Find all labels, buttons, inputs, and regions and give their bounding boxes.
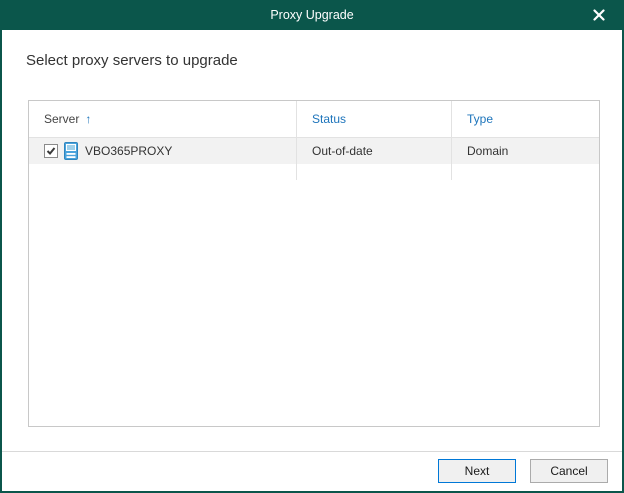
column-header-status[interactable]: Status xyxy=(297,101,452,137)
server-name: VBO365PROXY xyxy=(85,144,172,158)
footer-separator xyxy=(2,451,622,452)
sort-ascending-icon: ↑ xyxy=(85,112,91,126)
next-button[interactable]: Next xyxy=(438,459,516,483)
proxy-server-table: Server ↑ Status Type xyxy=(28,100,600,427)
column-divider-stub xyxy=(29,164,599,180)
row-checkbox[interactable] xyxy=(44,144,58,158)
checkmark-icon xyxy=(46,146,56,156)
next-button-label: Next xyxy=(465,464,490,478)
column-header-server[interactable]: Server ↑ xyxy=(29,101,297,137)
cancel-button[interactable]: Cancel xyxy=(530,459,608,483)
titlebar: Proxy Upgrade xyxy=(0,0,624,30)
server-icon xyxy=(64,142,78,160)
page-title: Select proxy servers to upgrade xyxy=(26,52,238,69)
status-value: Out-of-date xyxy=(312,144,373,158)
column-header-status-label: Status xyxy=(312,112,346,126)
status-cell: Out-of-date xyxy=(297,138,452,164)
window-title: Proxy Upgrade xyxy=(270,8,353,22)
column-header-server-label: Server xyxy=(44,112,79,126)
table-header-row: Server ↑ Status Type xyxy=(29,101,599,138)
type-cell: Domain xyxy=(452,138,599,164)
proxy-upgrade-dialog: Proxy Upgrade Select proxy servers to up… xyxy=(0,0,624,493)
type-value: Domain xyxy=(467,144,508,158)
column-header-type[interactable]: Type xyxy=(452,101,599,137)
table-row[interactable]: VBO365PROXY Out-of-date Domain xyxy=(29,138,599,164)
cancel-button-label: Cancel xyxy=(550,464,587,478)
close-icon xyxy=(593,9,605,21)
server-cell: VBO365PROXY xyxy=(29,138,297,164)
close-button[interactable] xyxy=(582,0,616,30)
column-header-type-label: Type xyxy=(467,112,493,126)
